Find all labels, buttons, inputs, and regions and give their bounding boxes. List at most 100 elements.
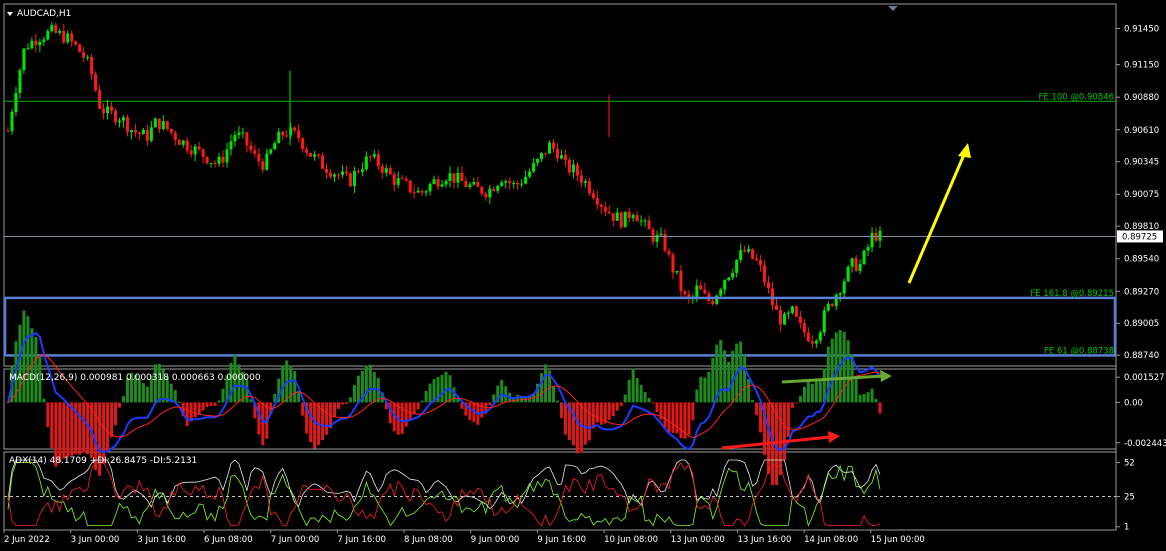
macd-histogram-bar bbox=[563, 402, 567, 435]
macd-histogram-bar bbox=[834, 332, 838, 403]
candle-body bbox=[436, 179, 440, 187]
macd-histogram-bar bbox=[444, 371, 448, 403]
macd-histogram-bar bbox=[114, 402, 118, 426]
mt4-chart-window[interactable]: AUDCAD,H1 0.89725 FE 100 @0.90846 FE 161.8… bbox=[0, 0, 1166, 551]
candle-body bbox=[356, 171, 360, 173]
macd-histogram-bar bbox=[117, 402, 121, 408]
candle-body bbox=[484, 193, 488, 198]
macd-histogram-bar bbox=[778, 402, 782, 476]
macd-histogram-bar bbox=[524, 397, 528, 403]
candle-body bbox=[237, 132, 241, 135]
candle-body bbox=[145, 129, 149, 141]
macd-histogram-bar bbox=[651, 402, 655, 404]
macd-histogram-bar bbox=[571, 402, 575, 446]
macd-histogram-bar bbox=[786, 402, 790, 437]
macd-histogram-bar bbox=[767, 402, 771, 474]
candle-body bbox=[647, 220, 651, 230]
candle-body bbox=[743, 250, 747, 252]
macd-histogram-bar bbox=[798, 395, 802, 403]
candle-body bbox=[297, 130, 301, 139]
x-tick-label: 7 Jun 16:00 bbox=[337, 535, 386, 545]
macd-histogram-bar bbox=[193, 402, 197, 418]
candle-body bbox=[667, 250, 671, 255]
candle-body bbox=[74, 41, 78, 45]
macd-histogram-bar bbox=[336, 402, 340, 409]
candle-body bbox=[838, 293, 842, 295]
candle-body bbox=[173, 132, 177, 140]
macd-histogram-bar bbox=[309, 402, 313, 442]
macd-histogram-bar bbox=[647, 398, 651, 403]
macd-histogram-bar bbox=[699, 376, 703, 403]
macd-histogram-bar bbox=[412, 402, 416, 415]
candle-body bbox=[189, 150, 193, 155]
candle-body bbox=[806, 332, 810, 342]
candle-body bbox=[731, 272, 735, 278]
x-tick-label: 10 Jun 08:00 bbox=[604, 535, 658, 545]
candle-body bbox=[372, 154, 376, 157]
candle-body bbox=[94, 74, 98, 91]
candle-body bbox=[727, 277, 731, 281]
candle-body bbox=[58, 30, 62, 33]
candle-body bbox=[205, 156, 209, 164]
macd-histogram-bar bbox=[106, 402, 110, 452]
candle-body bbox=[18, 70, 22, 94]
macd-histogram-bar bbox=[428, 383, 432, 403]
macd-histogram-bar bbox=[846, 340, 850, 403]
candle-body bbox=[552, 142, 556, 149]
macd-histogram-bar bbox=[372, 372, 376, 403]
macd-histogram-bar bbox=[22, 310, 26, 403]
macd-histogram-bar bbox=[830, 338, 834, 403]
candle-body bbox=[814, 340, 818, 344]
macd-histogram-bar bbox=[221, 388, 225, 403]
candle-body bbox=[340, 171, 344, 175]
macd-histogram-bar bbox=[643, 392, 647, 403]
candle-body bbox=[114, 110, 118, 123]
candle-body bbox=[802, 322, 806, 333]
candle-body bbox=[639, 220, 643, 222]
candle-body bbox=[711, 300, 715, 305]
macd-histogram-bar bbox=[201, 402, 205, 411]
macd-histogram-bar bbox=[675, 402, 679, 434]
macd-histogram-bar bbox=[747, 378, 751, 403]
x-tick-label: 9 Jun 00:00 bbox=[471, 535, 520, 545]
candle-body bbox=[850, 258, 854, 267]
macd-histogram-bar bbox=[78, 402, 82, 455]
price-tick-label: 0.91150 bbox=[1124, 61, 1159, 71]
candle-body bbox=[392, 174, 396, 185]
macd-histogram-bar bbox=[237, 364, 241, 403]
candle-body bbox=[492, 188, 496, 191]
candle-body bbox=[651, 229, 655, 242]
macd-histogram-bar bbox=[340, 402, 344, 405]
price-tick-label: 0.89270 bbox=[1124, 287, 1159, 297]
candle-body bbox=[587, 181, 591, 194]
candle-body bbox=[679, 270, 683, 292]
candle-body bbox=[858, 264, 862, 271]
candle-body bbox=[317, 154, 321, 156]
candle-body bbox=[82, 52, 86, 58]
macd-histogram-bar bbox=[177, 401, 181, 403]
price-panel-frame bbox=[3, 3, 1117, 367]
macd-histogram-bar bbox=[468, 402, 472, 420]
macd-histogram-bar bbox=[842, 331, 846, 403]
candle-body bbox=[631, 214, 635, 219]
macd-histogram-bar bbox=[731, 350, 735, 403]
candle-body bbox=[90, 57, 94, 75]
macd-histogram-bar bbox=[480, 402, 484, 418]
price-tick-label: 0.90610 bbox=[1124, 126, 1159, 136]
candle-body bbox=[404, 178, 408, 181]
x-tick-label: 2 Jun 2022 bbox=[4, 535, 50, 545]
candle-body bbox=[197, 146, 201, 150]
macd-histogram-bar bbox=[348, 397, 352, 403]
macd-histogram-bar bbox=[755, 402, 759, 416]
candle-body bbox=[233, 134, 237, 142]
candle-body bbox=[524, 176, 528, 184]
candle-body bbox=[699, 285, 703, 290]
macd-label: MACD(12,26,9) 0.000981 0.000318 0.000663… bbox=[9, 373, 261, 383]
candle-body bbox=[575, 164, 579, 176]
macd-histogram-bar bbox=[587, 402, 591, 441]
candle-body bbox=[161, 121, 165, 130]
macd-tick-label: 0.00 bbox=[1124, 398, 1143, 408]
candle-body bbox=[528, 171, 532, 177]
candle-body bbox=[822, 310, 826, 333]
macd-histogram-bar bbox=[325, 402, 329, 435]
